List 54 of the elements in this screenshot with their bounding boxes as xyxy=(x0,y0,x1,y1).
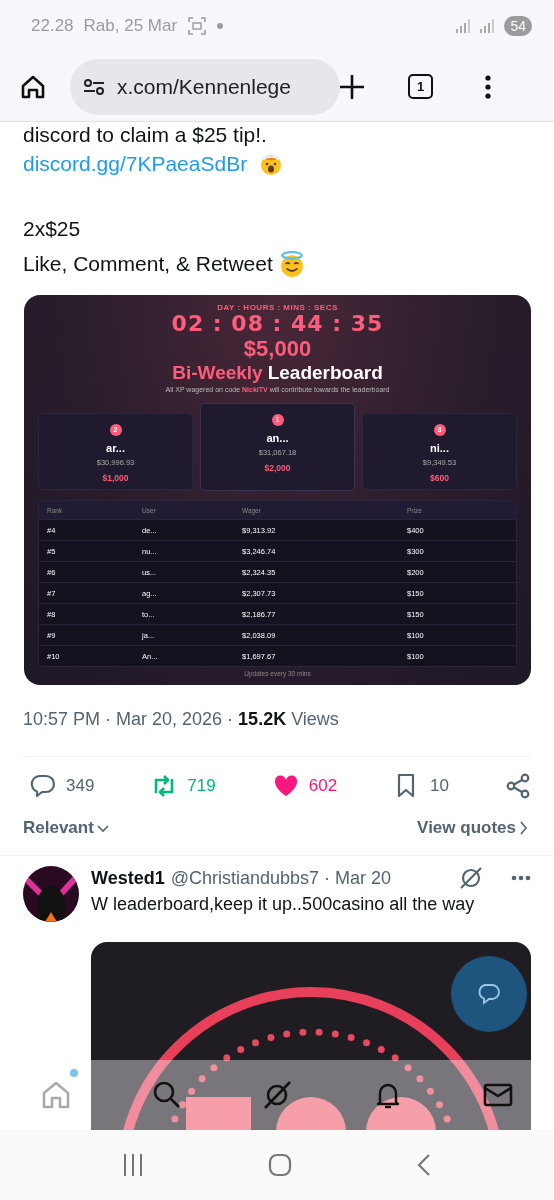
share-icon xyxy=(506,773,532,799)
share-button[interactable] xyxy=(506,773,532,799)
chevron-right-icon xyxy=(519,821,528,835)
tweet-text: 2x$25 xyxy=(23,216,81,242)
screenshot-icon xyxy=(187,16,208,36)
prize-pool: $5,000 xyxy=(242,336,313,362)
reply-button[interactable]: 349 xyxy=(30,773,95,799)
search-icon xyxy=(151,1080,182,1110)
tune-icon xyxy=(84,78,105,95)
home-icon xyxy=(41,1080,71,1110)
leaderboard-title: Leaderboard xyxy=(267,362,383,384)
author-handle: @Christiandubbs7 · Mar 20 xyxy=(170,867,392,889)
bookmark-button[interactable]: 10 xyxy=(394,773,449,799)
author-name[interactable]: Wested1 xyxy=(91,867,165,889)
recent-apps-icon[interactable] xyxy=(122,1154,143,1176)
podium-prize: $2,000 xyxy=(264,463,291,473)
countdown-timer: 02 : 08 : 44 : 35 xyxy=(170,312,385,336)
chevron-down-icon xyxy=(96,823,109,833)
podium-prize: $600 xyxy=(430,473,449,483)
leaderboard-title: Bi-Weekly xyxy=(172,362,263,384)
like-button[interactable]: 602 xyxy=(272,773,338,799)
home-icon[interactable] xyxy=(20,73,46,100)
tab-switcher[interactable]: 1 xyxy=(408,74,433,99)
avatar xyxy=(23,866,79,922)
grok-tab[interactable] xyxy=(261,1079,293,1111)
tweet-text: Like, Comment, & Retweet xyxy=(23,251,273,277)
status-time: 22.28 xyxy=(31,16,74,36)
status-date: Rab, 25 Mar xyxy=(83,16,178,36)
back-icon[interactable] xyxy=(417,1153,432,1177)
home-button-icon[interactable] xyxy=(268,1153,292,1177)
podium-user: ni... xyxy=(430,442,449,454)
plus-icon[interactable] xyxy=(340,74,364,99)
grok-icon[interactable] xyxy=(459,866,483,890)
halo-smile-emoji-icon xyxy=(278,250,305,277)
chat-bubble-icon xyxy=(477,983,501,1005)
tweet-text: discord to claim a $25 tip!. xyxy=(23,124,268,146)
podium-user: ar... xyxy=(106,442,125,454)
signal-icon xyxy=(480,19,495,33)
battery-level: 54 xyxy=(504,16,532,36)
tweet-timestamp: 10:57 PM · Mar 20, 2026 · 15.2K Views xyxy=(23,709,339,729)
grok-icon xyxy=(262,1080,292,1110)
podium-user: an... xyxy=(266,432,289,444)
podium-prize: $1,000 xyxy=(102,473,129,483)
address-bar[interactable]: x.com/Kennenlege xyxy=(70,58,340,115)
timer-label: DAY : HOURS : MINS : SECS xyxy=(216,303,339,312)
more-icon[interactable] xyxy=(511,875,531,881)
dot-icon xyxy=(217,23,224,29)
sort-dropdown[interactable]: Relevant xyxy=(23,818,109,838)
menu-icon[interactable] xyxy=(485,74,491,99)
reply-icon xyxy=(30,773,56,799)
view-quotes-link[interactable]: View quotes xyxy=(417,818,528,838)
heart-icon xyxy=(272,773,299,799)
signal-icon xyxy=(456,19,471,33)
reply-text: W leaderboard,keep it up..500casino all the way xyxy=(91,893,476,916)
